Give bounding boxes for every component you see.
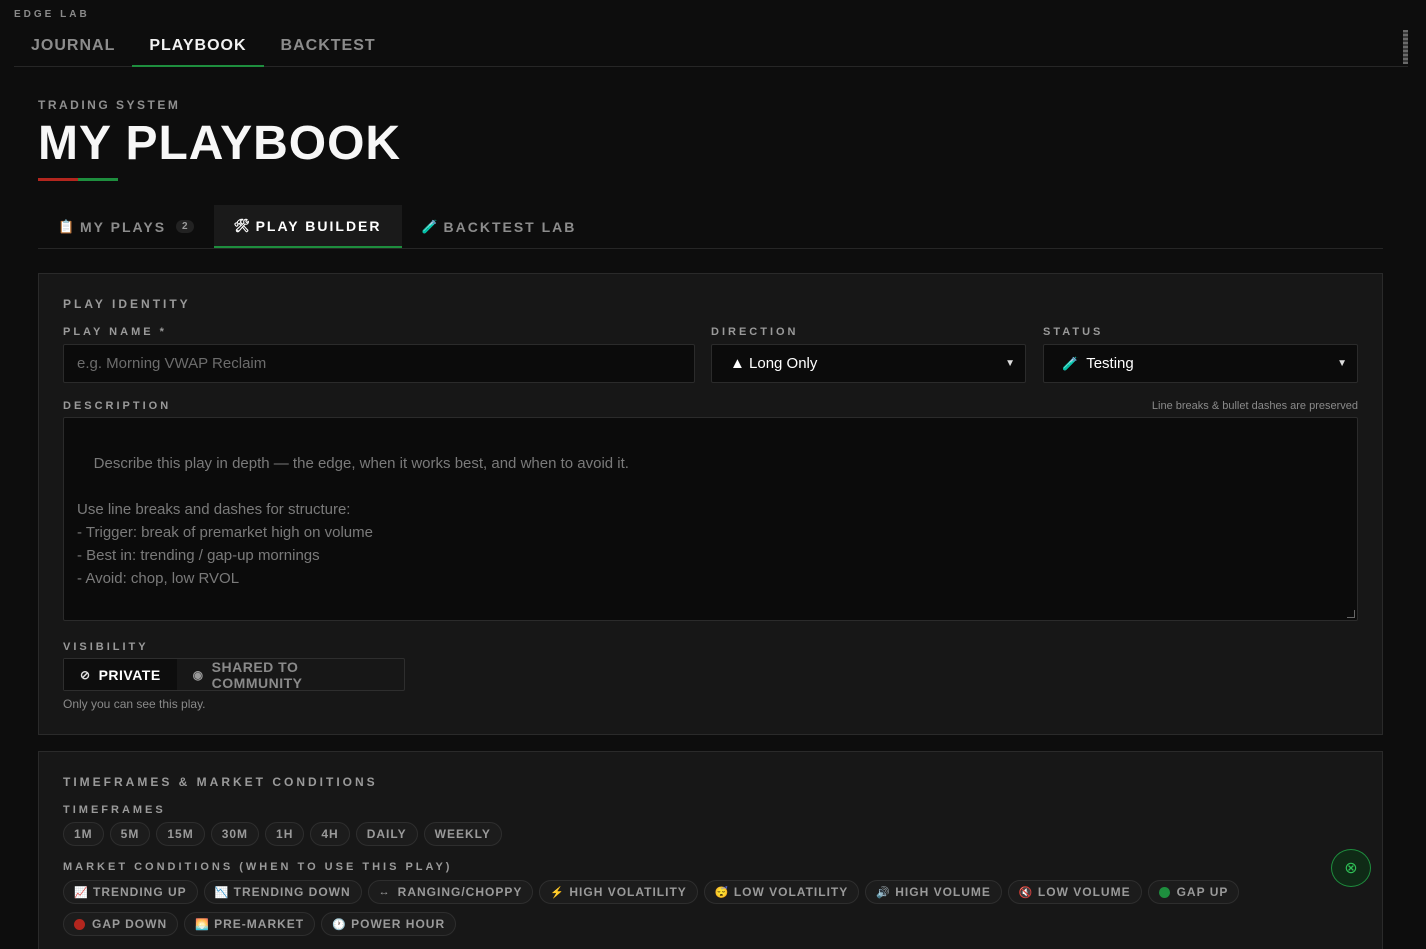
status-select[interactable]: 🧪 Testing ▼ <box>1043 344 1358 383</box>
condition-chip-ranging[interactable]: ↔ RANGING/CHOPPY <box>367 880 534 904</box>
tab-backtest[interactable]: BACKTEST <box>264 28 393 67</box>
red-circle-icon <box>74 918 85 930</box>
chip-label: GAP DOWN <box>92 917 168 931</box>
tools-icon: 🛠 <box>233 217 253 233</box>
condition-chip-low-volume[interactable]: 🔇 LOW VOLUME <box>1007 880 1142 904</box>
playbook-subtabs: 📋 MY PLAYS 2 🛠 PLAY BUILDER 🧪 BACKTEST L… <box>38 205 1383 249</box>
timeframe-chip[interactable]: 1M <box>63 822 104 846</box>
horizontal-arrows-icon: ↔ <box>378 886 391 898</box>
speaker-loud-icon: 🔊 <box>876 886 891 899</box>
chevron-down-icon: ▼ <box>1005 358 1015 369</box>
clipboard-icon: 📋 <box>58 218 77 234</box>
test-tube-icon: 🧪 <box>421 218 440 234</box>
timeframe-chips: 1M 5M 15M 30M 1H 4H DAILY WEEKLY <box>63 822 502 846</box>
direction-label: DIRECTION <box>711 326 799 338</box>
subtab-backtest-lab[interactable]: 🧪 BACKTEST LAB <box>402 205 597 248</box>
title-accent-rule <box>38 178 118 181</box>
play-identity-panel: PLAY IDENTITY PLAY NAME * DIRECTION ▲ Lo… <box>38 273 1383 735</box>
lifebuoy-icon: ⊗ <box>1344 860 1358 877</box>
timeframes-label: TIMEFRAMES <box>63 804 166 816</box>
sleepy-face-icon: 😴 <box>714 886 730 899</box>
chip-label: GAP UP <box>1176 885 1229 899</box>
chip-label: TRENDING DOWN <box>233 885 351 899</box>
eye-icon: ◉ <box>192 667 204 682</box>
visibility-shared-option[interactable]: ◉ SHARED TO COMMUNITY <box>177 658 404 691</box>
chart-up-icon: 📈 <box>74 886 89 899</box>
test-tube-icon: 🧪 <box>1062 355 1079 371</box>
play-name-label: PLAY NAME * <box>63 326 167 338</box>
option-label: SHARED TO COMMUNITY <box>211 658 303 691</box>
timeframe-chip[interactable]: WEEKLY <box>423 822 502 846</box>
chevron-down-icon: ▼ <box>1337 358 1347 369</box>
timeframe-chip[interactable]: 15M <box>156 822 205 846</box>
direction-value: ▲ Long Only <box>730 355 818 372</box>
tab-playbook[interactable]: PLAYBOOK <box>132 28 264 67</box>
section-title: PLAY IDENTITY <box>63 297 191 311</box>
subtab-label: PLAY BUILDER <box>255 217 382 234</box>
timeframe-chip[interactable]: 4H <box>310 822 350 846</box>
top-navigation: JOURNAL PLAYBOOK BACKTEST <box>14 28 1408 67</box>
timeframes-conditions-panel: TIMEFRAMES & MARKET CONDITIONS TIMEFRAME… <box>38 751 1383 949</box>
floating-action-button[interactable]: ⊗ <box>1331 849 1371 887</box>
visibility-note: Only you can see this play. <box>63 697 206 711</box>
subtab-label: BACKTEST LAB <box>443 218 577 235</box>
visibility-label: VISIBILITY <box>63 641 149 653</box>
visibility-private-option[interactable]: ⊘ PRIVATE <box>64 659 177 690</box>
chip-label: PRE-MARKET <box>214 917 305 931</box>
description-placeholder: Describe this play in depth — the edge, … <box>77 455 629 587</box>
timeframe-chip[interactable]: 1H <box>265 822 305 846</box>
status-label: STATUS <box>1043 326 1104 338</box>
condition-chip-high-volume[interactable]: 🔊 HIGH VOLUME <box>865 880 1002 904</box>
subtab-my-plays[interactable]: 📋 MY PLAYS 2 <box>38 205 214 248</box>
sunrise-icon: 🌅 <box>195 918 210 931</box>
scrollbar-thumb[interactable] <box>1403 30 1408 64</box>
chart-down-icon: 📉 <box>214 886 230 899</box>
subtab-label: MY PLAYS <box>80 218 167 235</box>
timeframe-chip[interactable]: DAILY <box>355 822 418 846</box>
chip-label: LOW VOLUME <box>1037 885 1131 899</box>
market-condition-chips: 📈 TRENDING UP 📉 TRENDING DOWN ↔ RANGING/… <box>63 880 1283 936</box>
condition-chip-low-volatility[interactable]: 😴 LOW VOLATILITY <box>703 880 860 904</box>
market-conditions-label: MARKET CONDITIONS (WHEN TO USE THIS PLAY… <box>63 861 453 873</box>
timeframe-chip[interactable]: 30M <box>210 822 260 846</box>
description-textarea[interactable]: Describe this play in depth — the edge, … <box>63 417 1358 621</box>
tab-journal[interactable]: JOURNAL <box>14 28 132 67</box>
section-title: TIMEFRAMES & MARKET CONDITIONS <box>63 775 378 789</box>
description-label: DESCRIPTION <box>63 400 172 412</box>
chip-label: RANGING/CHOPPY <box>397 885 523 899</box>
condition-chip-gap-down[interactable]: GAP DOWN <box>63 912 179 936</box>
timeframe-chip[interactable]: 5M <box>109 822 151 846</box>
speaker-muted-icon: 🔇 <box>1018 886 1034 899</box>
chip-label: HIGH VOLUME <box>895 885 991 899</box>
brand-logo-text: EDGE LAB <box>14 9 90 20</box>
play-name-input[interactable] <box>63 344 695 383</box>
condition-chip-power-hour[interactable]: 🕐 POWER HOUR <box>321 912 457 936</box>
chip-label: LOW VOLATILITY <box>733 885 849 899</box>
lightning-icon: ⚡ <box>550 886 566 899</box>
subtab-play-builder[interactable]: 🛠 PLAY BUILDER <box>213 205 402 248</box>
description-hint: Line breaks & bullet dashes are preserve… <box>1151 400 1358 412</box>
chip-label: POWER HOUR <box>351 917 446 931</box>
plays-count-badge: 2 <box>176 220 194 233</box>
clock-icon: 🕐 <box>332 918 347 931</box>
chip-label: HIGH VOLATILITY <box>569 885 687 899</box>
direction-select[interactable]: ▲ Long Only ▼ <box>711 344 1026 383</box>
page-eyebrow: TRADING SYSTEM <box>38 98 181 112</box>
condition-chip-high-volatility[interactable]: ⚡ HIGH VOLATILITY <box>539 880 698 904</box>
eye-off-icon: ⊘ <box>80 667 91 682</box>
status-value: Testing <box>1086 355 1134 372</box>
green-circle-icon <box>1158 886 1170 898</box>
condition-chip-trending-up[interactable]: 📈 TRENDING UP <box>63 880 198 904</box>
resize-handle[interactable] <box>1347 610 1355 618</box>
option-label: PRIVATE <box>98 666 161 683</box>
chip-label: TRENDING UP <box>93 885 187 899</box>
page-title: MY PLAYBOOK <box>38 117 402 170</box>
condition-chip-pre-market[interactable]: 🌅 PRE-MARKET <box>184 912 316 936</box>
visibility-toggle: ⊘ PRIVATE ◉ SHARED TO COMMUNITY <box>63 658 405 691</box>
condition-chip-trending-down[interactable]: 📉 TRENDING DOWN <box>203 880 362 904</box>
condition-chip-gap-up[interactable]: GAP UP <box>1147 880 1240 904</box>
